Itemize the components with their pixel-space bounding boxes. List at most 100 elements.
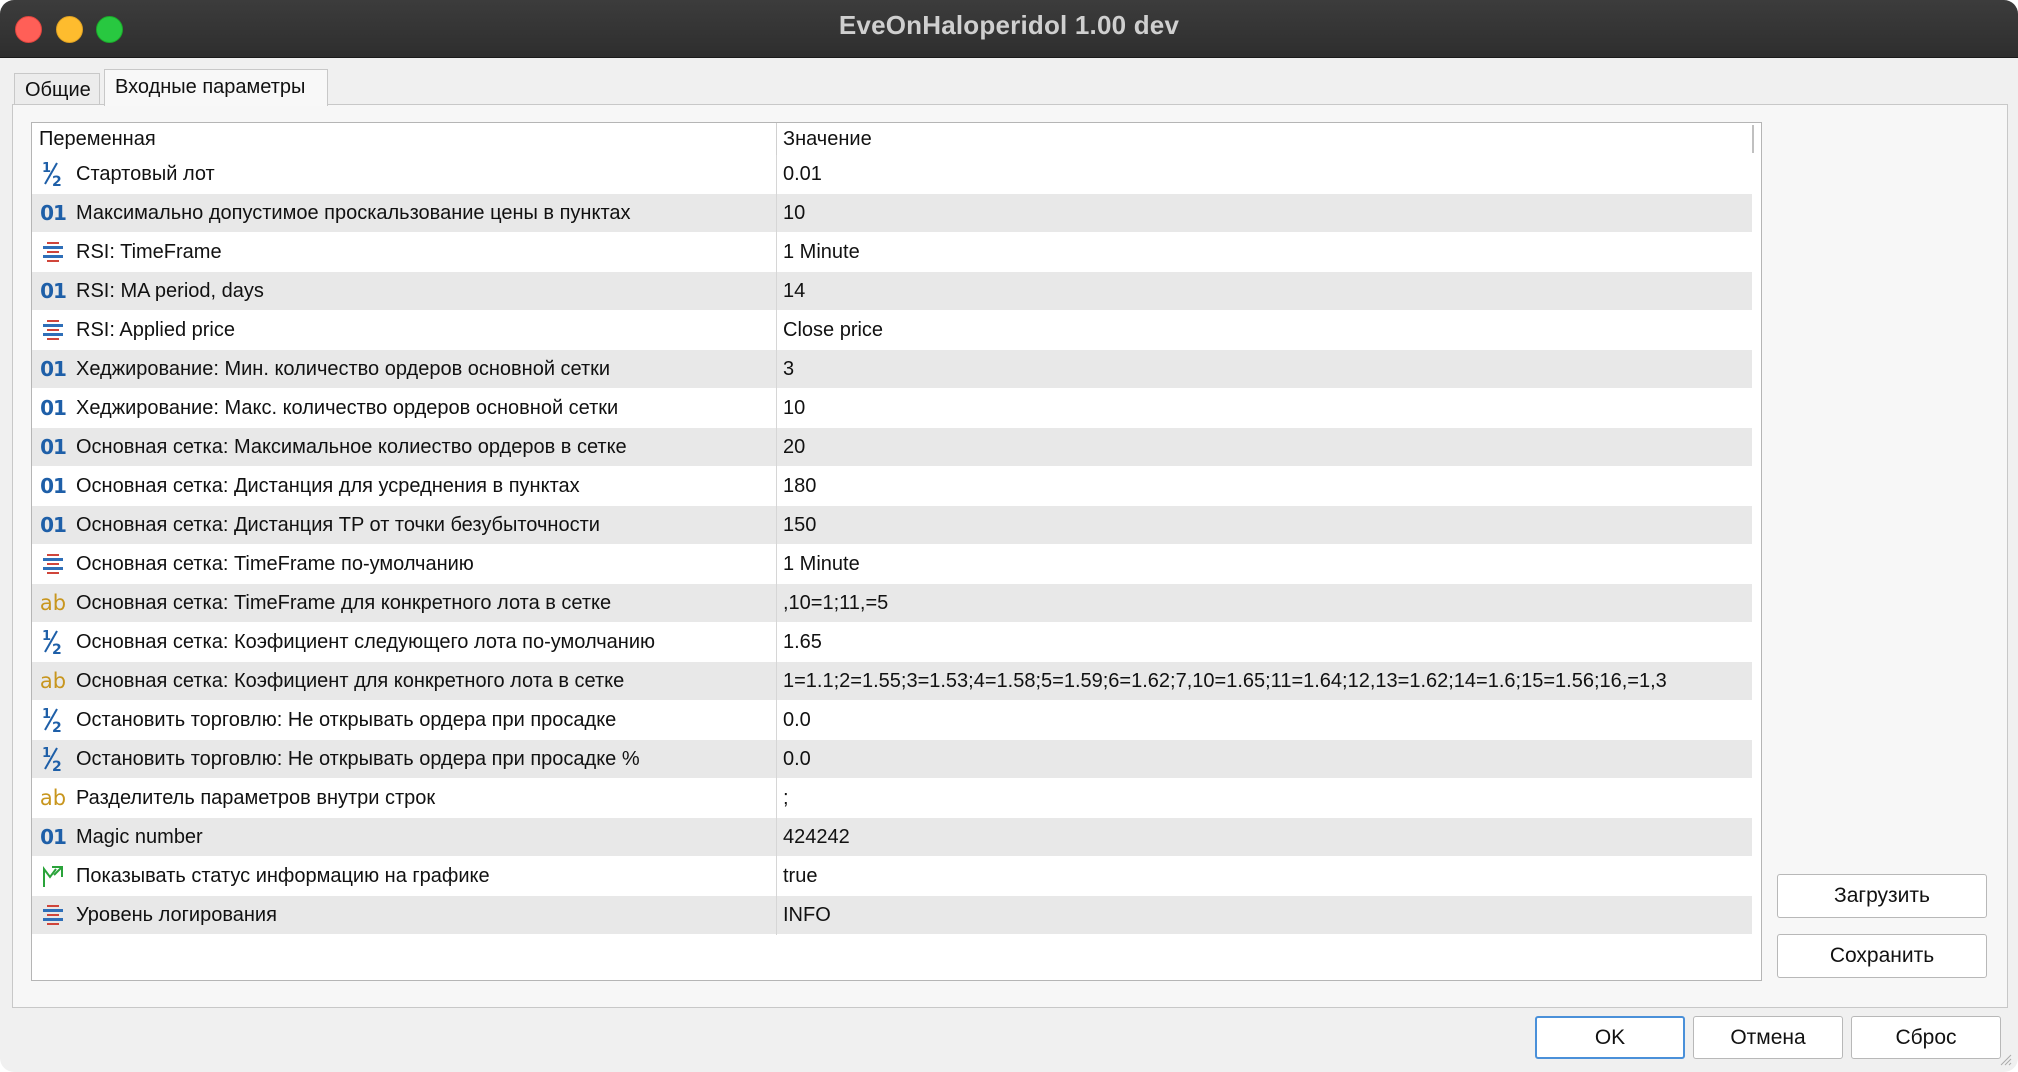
load-button[interactable]: Загрузить xyxy=(1777,874,1987,918)
cell-divider xyxy=(776,701,777,740)
integer-icon: 01 xyxy=(40,354,67,384)
cell-divider xyxy=(776,623,777,662)
parameter-value[interactable]: ,10=1;11,=5 xyxy=(783,584,1748,623)
parameter-value[interactable]: 0.01 xyxy=(783,155,1748,194)
parameter-value[interactable]: 10 xyxy=(783,194,1748,233)
parameter-name: Основная сетка: TimeFrame по-умолчанию xyxy=(76,553,474,575)
table-row[interactable]: 01 RSI: MA period, days 14 xyxy=(32,272,1752,311)
table-row[interactable]: ab Основная сетка: TimeFrame для конкретн… xyxy=(32,584,1752,623)
string-icon-glyph: ab xyxy=(39,591,67,615)
table-row[interactable]: 1 2 Основная сетка: Коэфициент следующего … xyxy=(32,623,1752,662)
cell-divider xyxy=(776,662,777,701)
enum-list-icon xyxy=(40,900,66,930)
table-row[interactable]: Показывать статус информацию на графике t… xyxy=(32,857,1752,896)
parameter-value[interactable]: true xyxy=(783,857,1748,896)
parameter-name: Остановить торговлю: Не открывать ордера… xyxy=(76,709,617,731)
integer-icon-glyph: 01 xyxy=(40,357,67,381)
parameter-value[interactable]: 150 xyxy=(783,506,1748,545)
parameters-grid: Переменная Значение 1 2 Стартовый лот 0.01 0… xyxy=(31,122,1762,981)
reset-button[interactable]: Сброс xyxy=(1851,1016,2001,1059)
grid-header: Переменная Значение xyxy=(32,123,1761,155)
table-row[interactable]: 1 2 Остановить торговлю: Не открывать орде… xyxy=(32,740,1752,779)
column-divider-end[interactable] xyxy=(1752,125,1754,153)
parameter-value[interactable]: 1.65 xyxy=(783,623,1748,662)
integer-icon: 01 xyxy=(40,393,67,423)
parameter-name: Основная сетка: Дистанция для усреднения… xyxy=(76,475,580,497)
fraction-icon: 12 xyxy=(40,744,66,774)
table-row[interactable]: 01 Максимально допустимое проскальзование… xyxy=(32,194,1752,233)
parameter-value[interactable]: ; xyxy=(783,779,1748,818)
parameter-value[interactable]: 424242 xyxy=(783,818,1748,857)
parameter-name: Основная сетка: Коэфициент для конкретно… xyxy=(76,670,625,692)
string-icon: ab xyxy=(40,588,66,618)
tab-general[interactable]: Общие xyxy=(14,73,100,105)
svg-text:1: 1 xyxy=(42,629,51,644)
string-icon-glyph: ab xyxy=(39,786,67,810)
cell-divider xyxy=(776,896,777,935)
integer-icon: 01 xyxy=(40,198,67,228)
parameter-value[interactable]: 10 xyxy=(783,389,1748,428)
cell-divider xyxy=(776,584,777,623)
table-row[interactable]: 01 Хеджирование: Мин. количество ордеров … xyxy=(32,350,1752,389)
parameter-name: RSI: Applied price xyxy=(76,319,235,341)
parameter-value[interactable]: 1 Minute xyxy=(783,233,1748,272)
table-row[interactable]: RSI: TimeFrame 1 Minute xyxy=(32,233,1752,272)
string-icon-glyph: ab xyxy=(39,669,67,693)
save-button[interactable]: Сохранить xyxy=(1777,934,1987,978)
svg-text:2: 2 xyxy=(52,759,62,773)
table-row[interactable]: 01 Основная сетка: Дистанция для усреднен… xyxy=(32,467,1752,506)
svg-text:2: 2 xyxy=(52,642,62,656)
resize-grip-icon[interactable] xyxy=(1998,1052,2012,1066)
parameter-name: Уровень логирования xyxy=(76,904,277,926)
parameter-value[interactable]: 1=1.1;2=1.55;3=1.53;4=1.58;5=1.59;6=1.62… xyxy=(783,662,1748,701)
parameter-value[interactable]: 14 xyxy=(783,272,1748,311)
parameter-value[interactable]: INFO xyxy=(783,896,1748,935)
string-icon: ab xyxy=(40,666,66,696)
integer-icon-glyph: 01 xyxy=(40,279,67,303)
parameter-value[interactable]: 3 xyxy=(783,350,1748,389)
table-row[interactable]: 01 Хеджирование: Макс. количество ордеров… xyxy=(32,389,1752,428)
integer-icon: 01 xyxy=(40,471,67,501)
table-row[interactable]: ab Основная сетка: Коэфициент для конкрет… xyxy=(32,662,1752,701)
tab-input-parameters[interactable]: Входные параметры xyxy=(104,69,328,106)
parameter-value[interactable]: 0.0 xyxy=(783,701,1748,740)
parameter-value[interactable]: Close price xyxy=(783,311,1748,350)
integer-icon: 01 xyxy=(40,510,67,540)
cell-divider xyxy=(776,467,777,506)
parameter-value[interactable]: 180 xyxy=(783,467,1748,506)
cell-divider xyxy=(776,155,777,194)
table-row[interactable]: Уровень логирования INFO xyxy=(32,896,1752,935)
column-divider[interactable] xyxy=(776,123,777,155)
cell-divider xyxy=(776,506,777,545)
parameter-value[interactable]: 1 Minute xyxy=(783,545,1748,584)
column-header-value[interactable]: Значение xyxy=(783,123,872,155)
parameter-name: Основная сетка: Максимальное колиество о… xyxy=(76,436,627,458)
table-row[interactable]: 01 Magic number 424242 xyxy=(32,818,1752,857)
table-row[interactable]: ab Разделитель параметров внутри строк; xyxy=(32,779,1752,818)
enum-list-icon xyxy=(40,549,66,579)
svg-text:2: 2 xyxy=(52,720,62,734)
cell-divider xyxy=(776,857,777,896)
column-header-variable[interactable]: Переменная xyxy=(39,123,156,155)
integer-icon-glyph: 01 xyxy=(40,396,67,420)
fraction-icon: 12 xyxy=(40,159,66,189)
parameter-name: Разделитель параметров внутри строк xyxy=(76,787,436,809)
svg-text:1: 1 xyxy=(42,746,51,761)
fraction-icon: 12 xyxy=(40,705,66,735)
table-row[interactable]: 01 Основная сетка: Дистанция TP от точки … xyxy=(32,506,1752,545)
cell-divider xyxy=(776,233,777,272)
title-bar[interactable]: EveOnHaloperidol 1.00 dev xyxy=(0,0,2018,58)
parameter-value[interactable]: 20 xyxy=(783,428,1748,467)
table-row[interactable]: 1 2 Остановить торговлю: Не открывать орде… xyxy=(32,701,1752,740)
parameter-name: Стартовый лот xyxy=(76,163,215,185)
cancel-button[interactable]: Отмена xyxy=(1693,1016,1843,1059)
cell-divider xyxy=(776,545,777,584)
ok-button[interactable]: OK xyxy=(1535,1016,1685,1059)
integer-icon-glyph: 01 xyxy=(40,474,67,498)
table-row[interactable]: 1 2 Стартовый лот 0.01 xyxy=(32,155,1752,194)
parameter-value[interactable]: 0.0 xyxy=(783,740,1748,779)
table-row[interactable]: RSI: Applied price Close price xyxy=(32,311,1752,350)
table-row[interactable]: Основная сетка: TimeFrame по-умолчанию 1 … xyxy=(32,545,1752,584)
boolean-arrow-icon xyxy=(40,861,66,891)
table-row[interactable]: 01 Основная сетка: Максимальное колиество… xyxy=(32,428,1752,467)
